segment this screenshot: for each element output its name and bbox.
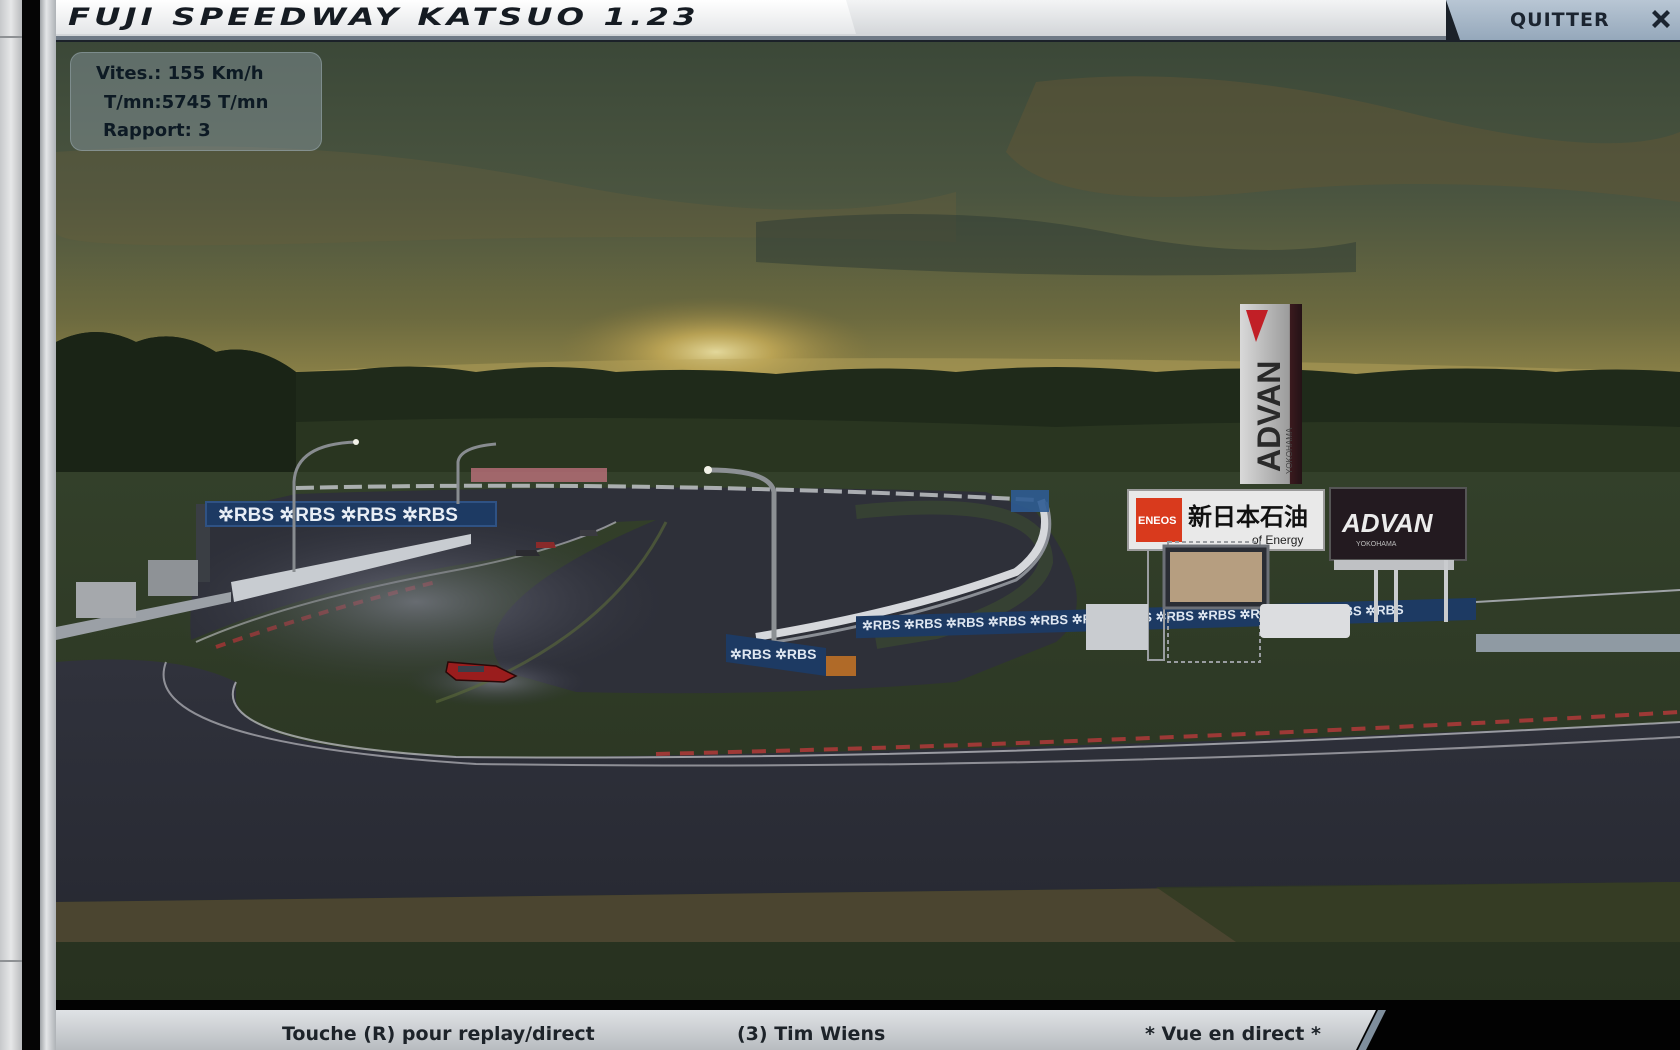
rpm-readout: T/mn:5745 T/mn	[104, 92, 269, 113]
driver-name: (3) Tim Wiens	[737, 1023, 886, 1045]
eneos-logo-text: ENEOS	[1138, 515, 1177, 527]
distant-rbs-sign	[1011, 490, 1049, 512]
grandstand-pillar	[1394, 570, 1398, 622]
opponent-car	[516, 550, 540, 556]
grandstand-pillar	[1374, 570, 1378, 622]
lamp-light	[353, 439, 359, 445]
grass-foreground	[1156, 882, 1680, 942]
speed-readout: Vites.: 155 Km/h	[96, 63, 264, 84]
barrier-end	[1476, 634, 1680, 652]
quit-button[interactable]: QUITTER	[1510, 8, 1610, 32]
opponent-car	[580, 530, 598, 536]
view-mode-label: * Vue en direct *	[1145, 1023, 1321, 1045]
barrier-orange-block	[826, 656, 856, 676]
white-van	[1260, 604, 1350, 638]
yokohama-tower-text: YOKOHAMA	[1285, 427, 1294, 474]
opponent-car	[536, 542, 556, 548]
close-icon[interactable]	[1650, 8, 1672, 30]
grandstand-pillar	[1444, 560, 1448, 622]
left-frame	[40, 0, 57, 1050]
advan-board-text: ADVAN	[1341, 508, 1434, 538]
advan-tower-text: ADVAN	[1251, 361, 1287, 472]
headlight-pool	[166, 512, 666, 692]
replay-hint: Touche (R) pour replay/direct	[282, 1023, 595, 1045]
title-bar: FUJI SPEEDWAY KATSUO 1.23	[56, 0, 1680, 42]
gear-readout: Rapport: 3	[103, 120, 211, 141]
title-tab: FUJI SPEEDWAY KATSUO 1.23	[56, 0, 856, 34]
far-grandstand	[471, 468, 607, 482]
telemetry-hud: Vites.: 155 Km/h T/mn:5745 T/mn Rapport:…	[70, 52, 322, 151]
rbs-barrier-left-text: ✲RBS ✲RBS	[730, 646, 816, 662]
eneos-japanese-text: 新日本石油	[1188, 503, 1308, 531]
left-window-gutter	[0, 0, 22, 1050]
game-title: FUJI SPEEDWAY KATSUO 1.23	[68, 3, 700, 31]
cabin	[1086, 604, 1148, 650]
rbs-gantry-text: ✲RBS ✲RBS ✲RBS ✲RBS	[218, 505, 458, 526]
gutter-notch	[0, 960, 22, 962]
grandstand-roof	[1334, 560, 1454, 570]
game-viewport[interactable]: ✲RBS ✲RBS ✲RBS ✲RBS ✲RBS ✲RBS ✲RBS ✲RBS …	[56, 42, 1680, 1000]
hut	[148, 560, 198, 596]
track-scene: ✲RBS ✲RBS ✲RBS ✲RBS ✲RBS ✲RBS ✲RBS ✲RBS …	[56, 42, 1680, 1000]
hut	[76, 582, 136, 618]
gutter-notch	[0, 36, 22, 38]
advan-board-sub: YOKOHAMA	[1356, 541, 1397, 548]
lamp-light	[704, 466, 712, 474]
player-car-windshield	[458, 666, 484, 672]
left-black-strip	[22, 0, 40, 1050]
video-image	[1170, 552, 1262, 602]
